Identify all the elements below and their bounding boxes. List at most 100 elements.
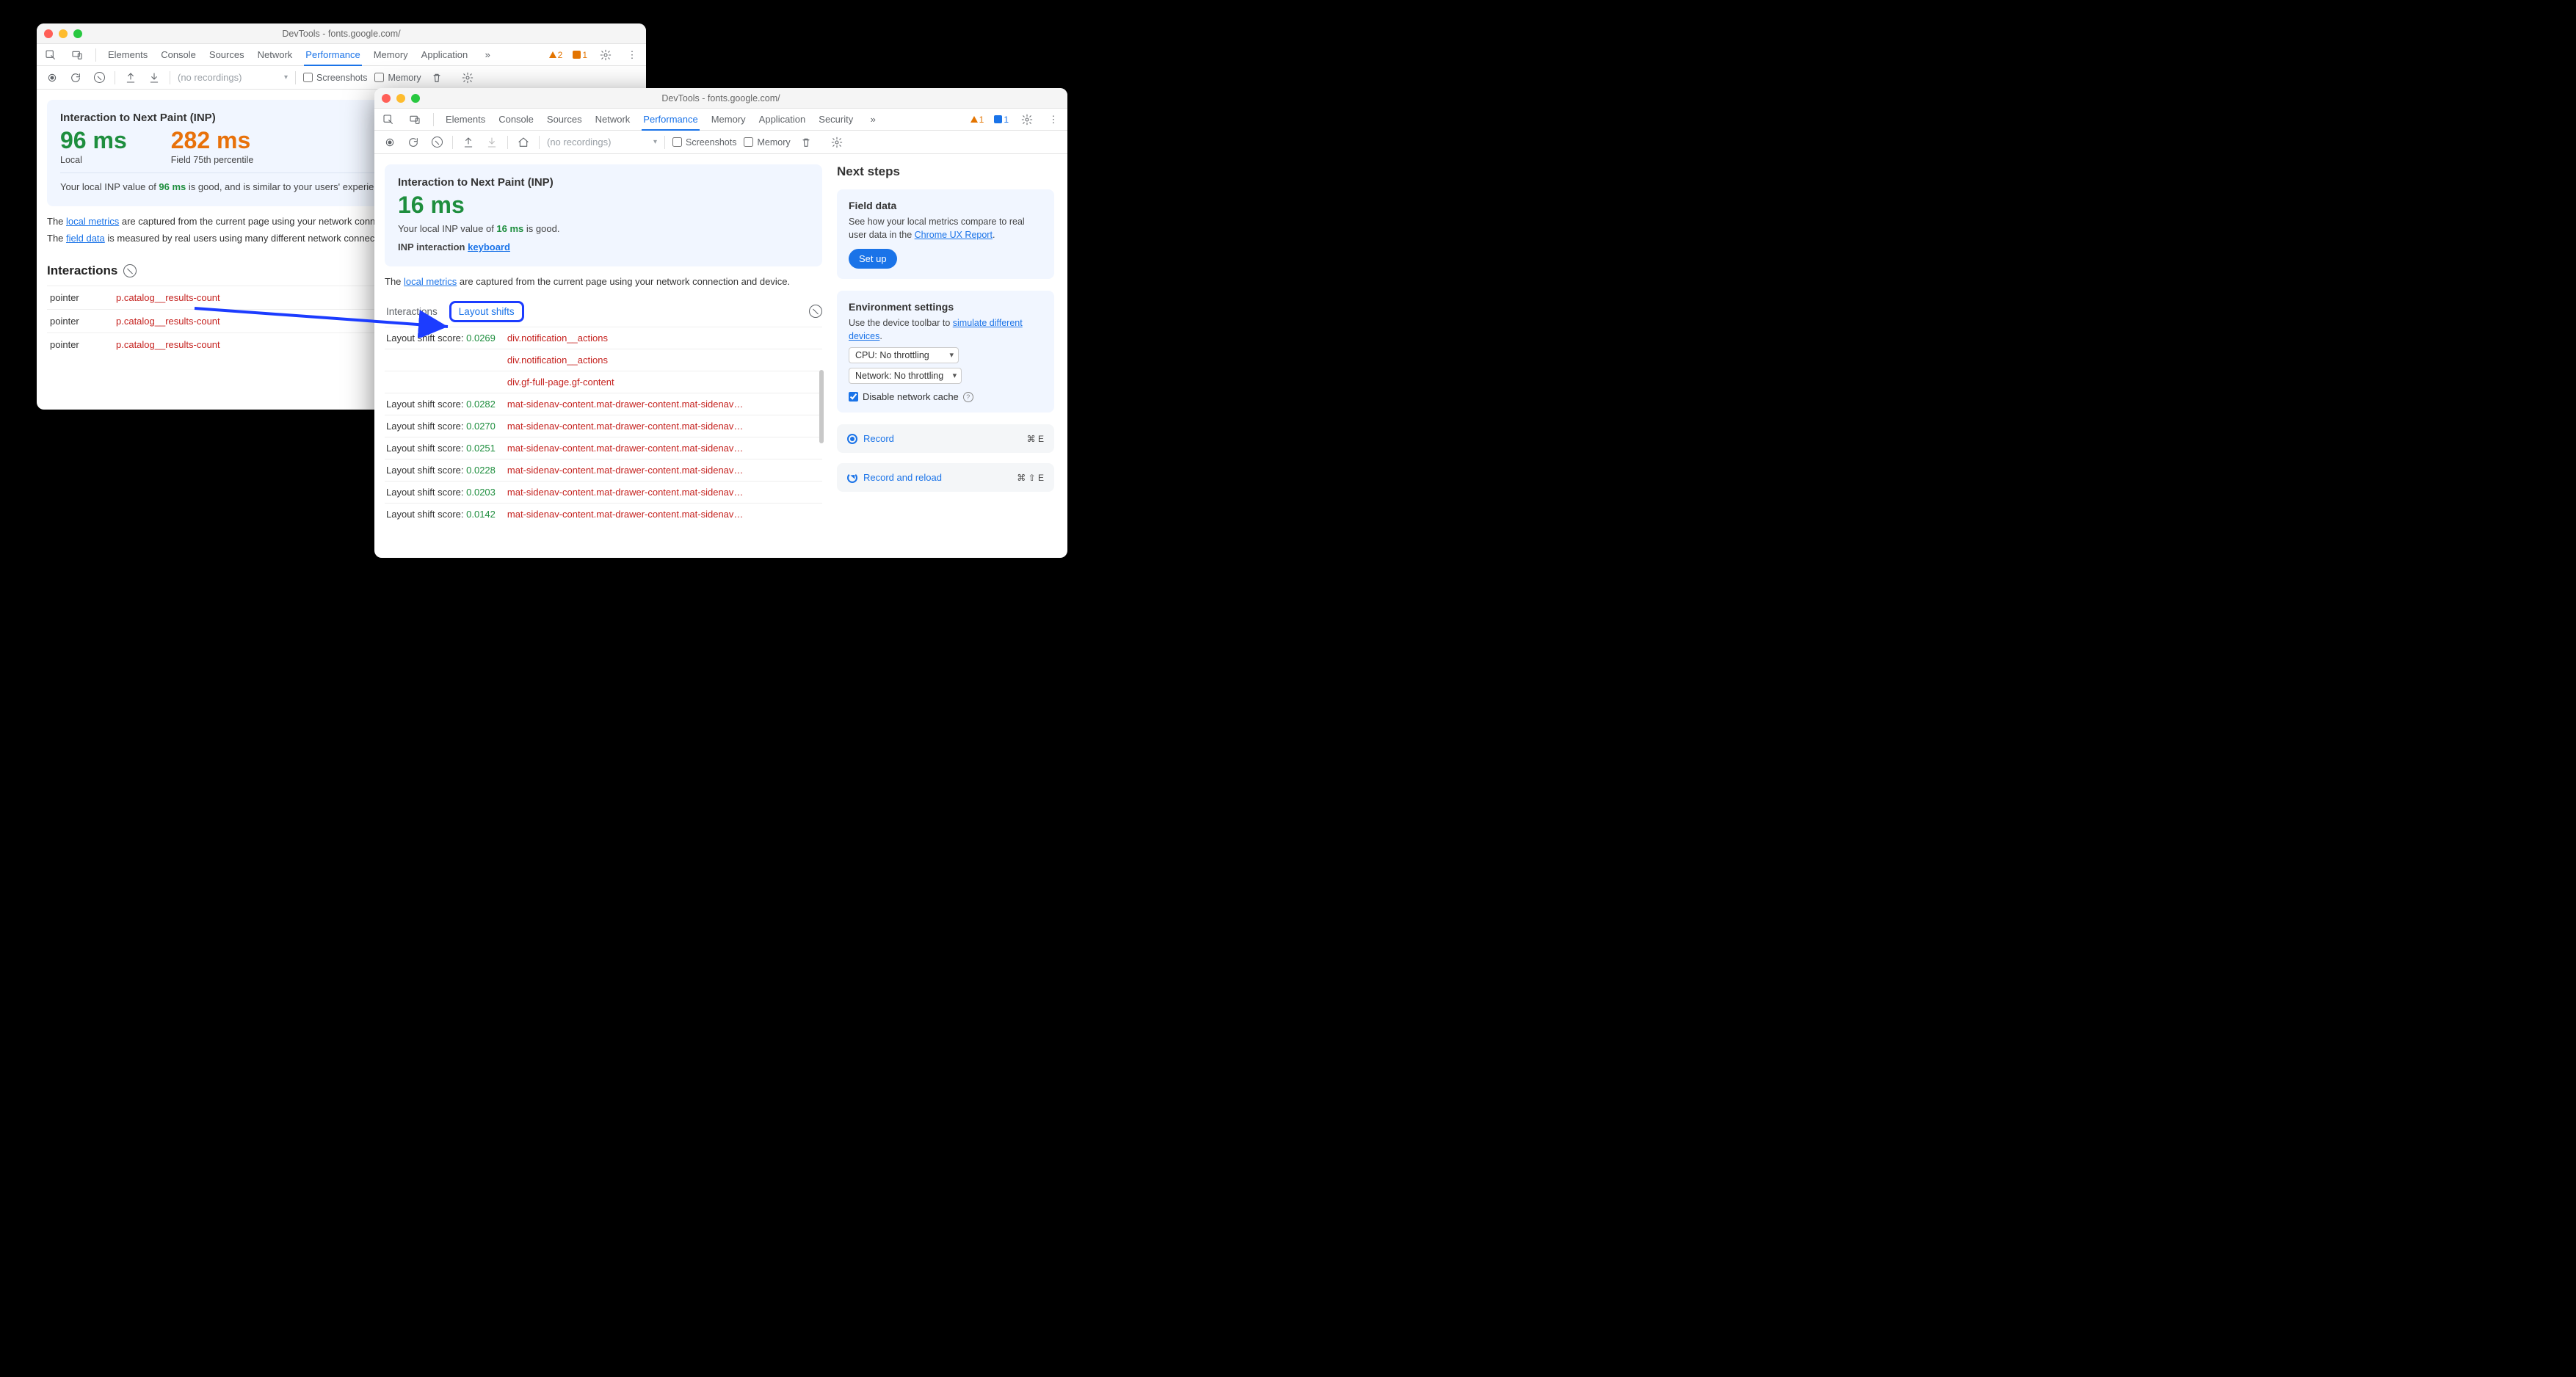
inp-value: 16 ms [398,193,809,217]
memory-checkbox[interactable]: Memory [744,137,790,148]
clear-icon[interactable] [91,70,107,86]
list-item[interactable]: Layout shift score: 0.0270mat-sidenav-co… [385,415,822,437]
close-icon[interactable] [382,94,391,103]
tab-performance[interactable]: Performance [642,109,699,131]
recordings-dropdown[interactable]: (no recordings) ▾ [178,72,288,83]
tab-elements[interactable]: Elements [106,45,149,65]
download-icon[interactable] [146,70,162,86]
local-metrics-link[interactable]: local metrics [404,276,457,287]
issues-badge[interactable]: 1 [573,50,587,60]
traffic-lights[interactable] [44,29,82,38]
clear-icon[interactable] [429,134,445,150]
inspect-icon[interactable] [380,112,396,128]
tab-sources[interactable]: Sources [545,109,584,129]
close-icon[interactable] [44,29,53,38]
tab-console[interactable]: Console [159,45,197,65]
kebab-icon[interactable]: ⋮ [624,47,640,63]
local-metrics-link[interactable]: local metrics [66,216,119,227]
inner-tabs: Interactions Layout shifts [385,301,822,322]
warnings-badge[interactable]: 1 [970,115,984,125]
maximize-icon[interactable] [73,29,82,38]
environment-title: Environment settings [849,301,1042,313]
list-item[interactable]: Layout shift score: 0.0000div.notificati… [385,349,822,371]
tab-security[interactable]: Security [817,109,855,129]
tab-application[interactable]: Application [758,109,808,129]
panel-settings-icon[interactable] [460,70,476,86]
field-data-text: See how your local metrics compare to re… [849,216,1042,241]
layout-shifts-list: Layout shift score: 0.0269div.notificati… [385,327,822,525]
field-data-title: Field data [849,200,1042,211]
list-item[interactable]: Layout shift score: 0.0269div.notificati… [385,327,822,349]
list-item[interactable]: Layout shift score: 0.0228mat-sidenav-co… [385,459,822,481]
record-icon[interactable] [382,134,398,150]
tab-layout-shifts[interactable]: Layout shifts [449,301,524,322]
gc-icon[interactable] [429,70,445,86]
list-item[interactable]: Layout shift score: 0.0000div.gf-full-pa… [385,371,822,393]
next-steps-heading: Next steps [837,164,1054,179]
record-dot-icon [847,434,857,444]
scrollbar-thumb[interactable] [819,370,824,443]
tab-interactions[interactable]: Interactions [385,303,439,320]
record-reload-card[interactable]: Record and reload ⌘ ⇧ E [837,463,1054,492]
settings-icon[interactable] [1019,112,1035,128]
record-card[interactable]: Record ⌘ E [837,424,1054,453]
tab-network[interactable]: Network [594,109,632,129]
tab-memory[interactable]: Memory [710,109,747,129]
minimize-icon[interactable] [396,94,405,103]
help-icon[interactable]: ? [963,392,973,402]
kebab-icon[interactable]: ⋮ [1045,112,1062,128]
settings-icon[interactable] [598,47,614,63]
record-reload-shortcut: ⌘ ⇧ E [1017,473,1044,483]
disable-cache-checkbox[interactable]: Disable network cache ? [849,391,1042,402]
screenshots-checkbox[interactable]: Screenshots [303,73,367,83]
download-icon[interactable] [484,134,500,150]
tab-memory[interactable]: Memory [372,45,410,65]
more-tabs-icon[interactable]: » [865,112,881,128]
list-item[interactable]: Layout shift score: 0.0251mat-sidenav-co… [385,437,822,459]
recordings-dropdown[interactable]: (no recordings) ▾ [547,137,657,148]
reload-circle-icon [847,473,857,483]
tab-console[interactable]: Console [497,109,535,129]
maximize-icon[interactable] [411,94,420,103]
cpu-throttling-select[interactable]: CPU: No throttling [849,347,959,363]
home-icon[interactable] [515,134,531,150]
clear-list-icon[interactable] [809,305,822,318]
traffic-lights[interactable] [382,94,420,103]
list-item[interactable]: Layout shift score: 0.0203mat-sidenav-co… [385,481,822,503]
upload-icon[interactable] [460,134,476,150]
more-tabs-icon[interactable]: » [479,47,496,63]
record-icon[interactable] [44,70,60,86]
reload-icon[interactable] [405,134,421,150]
clear-interactions-icon[interactable] [123,264,137,277]
titlebar: DevTools - fonts.google.com/ [37,23,646,44]
network-throttling-select[interactable]: Network: No throttling [849,368,962,384]
window-title: DevTools - fonts.google.com/ [37,29,646,39]
memory-checkbox[interactable]: Memory [374,73,421,83]
warnings-badge[interactable]: 2 [549,50,563,60]
tab-sources[interactable]: Sources [208,45,246,65]
tab-application[interactable]: Application [420,45,470,65]
inspect-icon[interactable] [43,47,59,63]
titlebar: DevTools - fonts.google.com/ [374,88,1067,109]
device-toolbar-icon[interactable] [407,112,423,128]
messages-badge[interactable]: 1 [994,115,1009,125]
inp-local-value: 96 ms [60,128,127,152]
device-toolbar-icon[interactable] [69,47,85,63]
list-item[interactable]: Layout shift score: 0.0142mat-sidenav-co… [385,503,822,525]
field-data-card: Field data See how your local metrics co… [837,189,1054,279]
crux-link[interactable]: Chrome UX Report [915,230,993,240]
inp-heading: Interaction to Next Paint (INP) [398,176,809,189]
reload-icon[interactable] [68,70,84,86]
tab-performance[interactable]: Performance [304,45,361,66]
setup-button[interactable]: Set up [849,249,897,269]
list-item[interactable]: Layout shift score: 0.0282mat-sidenav-co… [385,393,822,415]
minimize-icon[interactable] [59,29,68,38]
gc-icon[interactable] [798,134,814,150]
panel-settings-icon[interactable] [829,134,845,150]
upload-icon[interactable] [123,70,139,86]
tab-network[interactable]: Network [256,45,294,65]
field-data-link[interactable]: field data [66,233,105,244]
screenshots-checkbox[interactable]: Screenshots [672,137,736,148]
inp-interaction-link[interactable]: keyboard [468,241,510,252]
tab-elements[interactable]: Elements [444,109,487,129]
